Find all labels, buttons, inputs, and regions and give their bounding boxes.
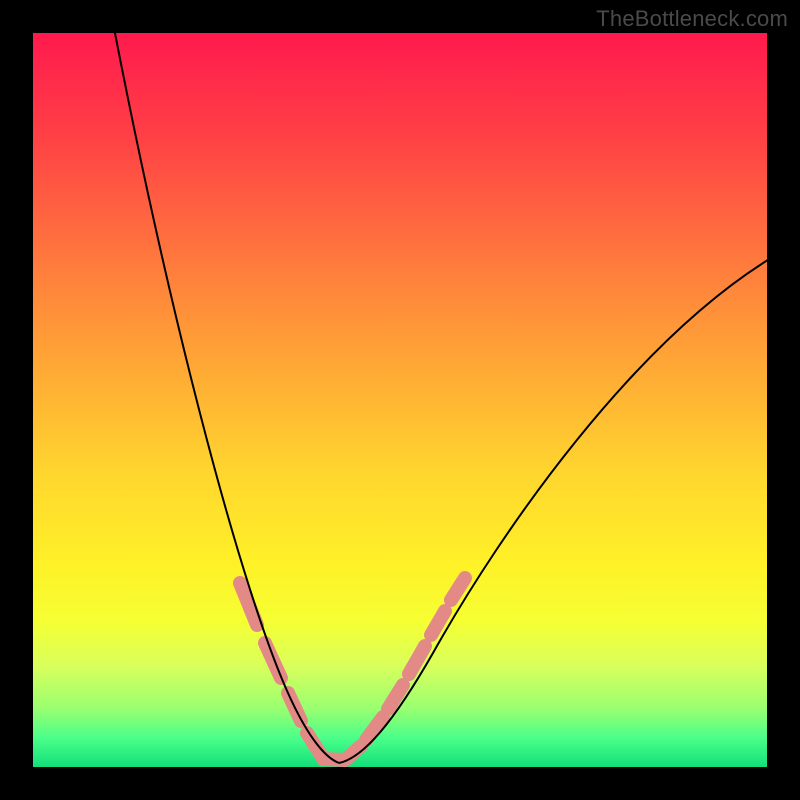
right-band-overlay: [345, 578, 465, 760]
chart-svg: [33, 33, 767, 767]
outer-frame: TheBottleneck.com: [0, 0, 800, 800]
watermark-text: TheBottleneck.com: [596, 6, 788, 32]
left-band-overlay: [240, 583, 321, 755]
left-curve: [113, 23, 339, 763]
